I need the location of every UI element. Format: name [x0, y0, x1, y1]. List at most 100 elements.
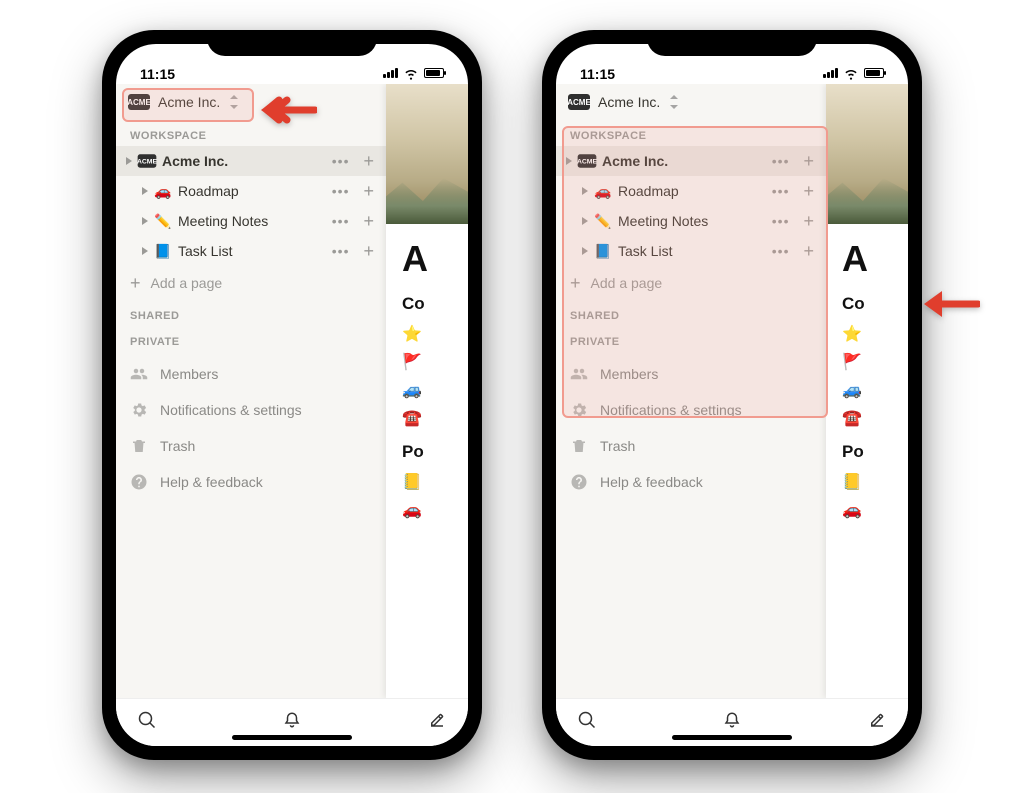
annotation-arrow [257, 92, 317, 128]
add-subpage-icon[interactable]: + [359, 212, 378, 230]
page-row-roadmap[interactable]: 🚗 Roadmap ••• + [556, 176, 826, 206]
plus-icon: + [570, 274, 581, 292]
phone-frame: 11:15 ACME Acme Inc. WORKSPACE [542, 30, 922, 760]
util-label: Help & feedback [160, 474, 263, 490]
page-label: Roadmap [178, 183, 322, 199]
caret-icon[interactable] [582, 217, 588, 225]
compose-button[interactable] [868, 711, 886, 734]
workspace-switcher[interactable]: ACME Acme Inc. [556, 84, 826, 120]
util-label: Help & feedback [600, 474, 703, 490]
utility-list: Members Notifications & settings Trash [116, 356, 386, 500]
page-label: Task List [178, 243, 322, 259]
page-icon: 🚗 [154, 183, 172, 200]
page-icon: 🚗 [594, 183, 612, 200]
more-icon[interactable]: ••• [768, 183, 794, 199]
workspace-name: Acme Inc. [158, 94, 220, 110]
trash-icon [130, 437, 148, 455]
caret-icon[interactable] [566, 157, 572, 165]
page-label: Roadmap [618, 183, 762, 199]
home-indicator[interactable] [672, 735, 792, 740]
add-subpage-icon[interactable]: + [359, 152, 378, 170]
members-icon [130, 365, 148, 383]
add-page-label: Add a page [151, 275, 223, 291]
more-icon[interactable]: ••• [768, 153, 794, 169]
workspace-switcher[interactable]: ACME Acme Inc. [116, 84, 386, 120]
add-subpage-icon[interactable]: + [799, 212, 818, 230]
add-subpage-icon[interactable]: + [359, 182, 378, 200]
phone-notch [207, 30, 377, 56]
page-row-roadmap[interactable]: 🚗 Roadmap ••• + [116, 176, 386, 206]
members-row[interactable]: Members [556, 356, 826, 392]
notifications-button[interactable] [283, 711, 301, 734]
page-row-acme[interactable]: ACME Acme Inc. ••• + [116, 146, 386, 176]
add-page-button[interactable]: + Add a page [116, 266, 386, 300]
caret-icon[interactable] [142, 247, 148, 255]
main-content-peek[interactable]: A Co ⭐ 🚩 🚙 ☎️ Po 📒 🚗 [826, 84, 908, 698]
gear-icon [130, 401, 148, 419]
caret-icon[interactable] [142, 217, 148, 225]
battery-icon [424, 68, 444, 78]
page-row-meeting-notes[interactable]: ✏️ Meeting Notes ••• + [556, 206, 826, 236]
page-title-peek: A [826, 224, 908, 280]
section-label-shared: SHARED [556, 300, 826, 326]
caret-icon[interactable] [582, 247, 588, 255]
sidebar: ACME Acme Inc. WORKSPACE ACME Acme Inc. … [116, 84, 386, 698]
chevron-up-down-icon [230, 95, 240, 109]
page-row-task-list[interactable]: 📘 Task List ••• + [116, 236, 386, 266]
signal-icon [383, 68, 398, 78]
util-label: Trash [600, 438, 635, 454]
members-row[interactable]: Members [116, 356, 386, 392]
more-icon[interactable]: ••• [328, 153, 354, 169]
page-row-task-list[interactable]: 📘 Task List ••• + [556, 236, 826, 266]
util-label: Notifications & settings [600, 402, 742, 418]
trash-icon [570, 437, 588, 455]
more-icon[interactable]: ••• [768, 243, 794, 259]
section-label-workspace: WORKSPACE [116, 120, 386, 146]
search-button[interactable] [578, 711, 596, 734]
add-subpage-icon[interactable]: + [799, 242, 818, 260]
phone-right: 11:15 ACME Acme Inc. WORKSPACE [542, 30, 922, 760]
page-label: Acme Inc. [602, 153, 762, 169]
page-icon: 📘 [154, 243, 172, 260]
more-icon[interactable]: ••• [768, 213, 794, 229]
util-label: Notifications & settings [160, 402, 302, 418]
page-row-acme[interactable]: ACME Acme Inc. ••• + [556, 146, 826, 176]
help-icon [570, 473, 588, 491]
help-row[interactable]: Help & feedback [116, 464, 386, 500]
page-row-meeting-notes[interactable]: ✏️ Meeting Notes ••• + [116, 206, 386, 236]
page-icon: ACME [578, 153, 596, 169]
workspace-badge-icon: ACME [128, 94, 150, 110]
peek-subheading: Po [386, 428, 468, 466]
settings-row[interactable]: Notifications & settings [116, 392, 386, 428]
cover-image [386, 84, 468, 224]
search-button[interactable] [138, 711, 156, 734]
trash-row[interactable]: Trash [556, 428, 826, 464]
notifications-button[interactable] [723, 711, 741, 734]
peek-list: ⭐ 🚩 🚙 ☎️ [826, 318, 908, 428]
caret-icon[interactable] [126, 157, 132, 165]
more-icon[interactable]: ••• [328, 183, 354, 199]
page-icon: ✏️ [594, 213, 612, 230]
caret-icon[interactable] [142, 187, 148, 195]
page-icon: 📘 [594, 243, 612, 260]
page-label: Meeting Notes [618, 213, 762, 229]
more-icon[interactable]: ••• [328, 243, 354, 259]
compose-button[interactable] [428, 711, 446, 734]
more-icon[interactable]: ••• [328, 213, 354, 229]
help-row[interactable]: Help & feedback [556, 464, 826, 500]
add-subpage-icon[interactable]: + [799, 182, 818, 200]
phone-frame: 11:15 ACME Acme Inc. WORKSPACE [102, 30, 482, 760]
status-time: 11:15 [580, 66, 615, 82]
battery-icon [864, 68, 884, 78]
home-indicator[interactable] [232, 735, 352, 740]
add-subpage-icon[interactable]: + [799, 152, 818, 170]
workspace-name: Acme Inc. [598, 94, 660, 110]
status-icons [383, 64, 444, 82]
app-content: ACME Acme Inc. WORKSPACE ACME Acme Inc. … [116, 84, 468, 698]
settings-row[interactable]: Notifications & settings [556, 392, 826, 428]
add-subpage-icon[interactable]: + [359, 242, 378, 260]
caret-icon[interactable] [582, 187, 588, 195]
main-content-peek[interactable]: A Co ⭐ 🚩 🚙 ☎️ Po 📒 🚗 [386, 84, 468, 698]
trash-row[interactable]: Trash [116, 428, 386, 464]
add-page-button[interactable]: + Add a page [556, 266, 826, 300]
